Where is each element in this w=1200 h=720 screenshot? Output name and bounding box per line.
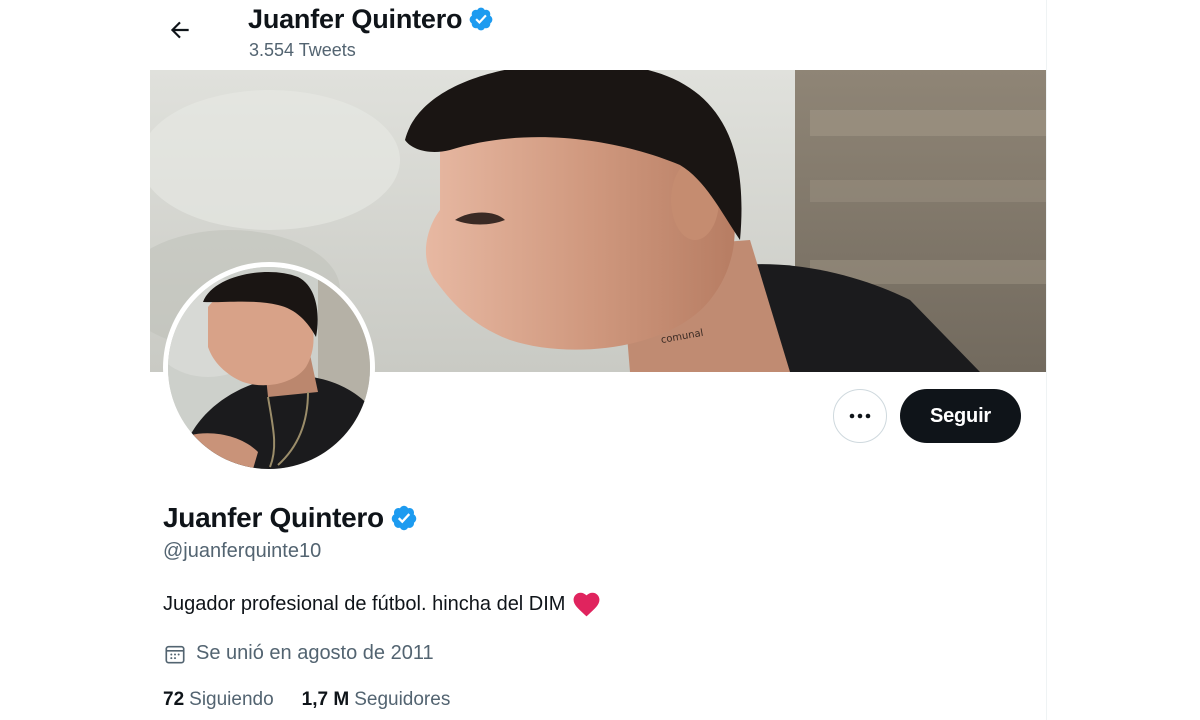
followers-link[interactable]: 1,7 M Seguidores xyxy=(302,689,451,711)
follow-stats: 72 Siguiendo 1,7 M Seguidores xyxy=(163,689,450,711)
profile-column: Juanfer Quintero 3.554 Tweets comunal Se… xyxy=(150,0,1047,720)
profile-name-text: Juanfer Quintero xyxy=(163,502,384,533)
verified-badge-icon xyxy=(469,7,493,31)
bio-text: Jugador profesional de fútbol. hincha de… xyxy=(163,593,566,615)
avatar-photo xyxy=(168,267,370,469)
followers-count: 1,7 M xyxy=(301,689,350,710)
header-profile-name: Juanfer Quintero xyxy=(248,4,494,34)
header-name-text: Juanfer Quintero xyxy=(248,3,463,34)
join-date-text: Se unió en agosto de 2011 xyxy=(196,642,434,664)
profile-name: Juanfer Quintero xyxy=(163,502,418,534)
follow-button-label: Seguir xyxy=(929,404,992,427)
following-count: 72 xyxy=(163,689,185,710)
followers-label: Seguidores xyxy=(354,689,451,710)
following-link[interactable]: 72 Siguiendo xyxy=(163,689,274,711)
back-arrow-icon xyxy=(170,21,189,39)
heart-icon xyxy=(574,592,600,617)
join-date: Se unió en agosto de 2011 xyxy=(164,642,434,665)
verified-badge-icon xyxy=(391,505,417,531)
calendar-icon xyxy=(165,645,185,664)
profile-bio: Jugador profesional de fútbol. hincha de… xyxy=(163,592,600,617)
more-options-button[interactable] xyxy=(833,389,887,443)
profile-handle: @juanferquinte10 xyxy=(163,540,322,562)
profile-avatar[interactable] xyxy=(163,262,375,474)
tweet-count: 3.554 Tweets xyxy=(249,40,356,60)
following-label: Siguiendo xyxy=(189,689,274,710)
follow-button[interactable]: Seguir xyxy=(900,389,1021,443)
more-dots-icon xyxy=(849,413,871,419)
back-button[interactable] xyxy=(162,12,198,48)
